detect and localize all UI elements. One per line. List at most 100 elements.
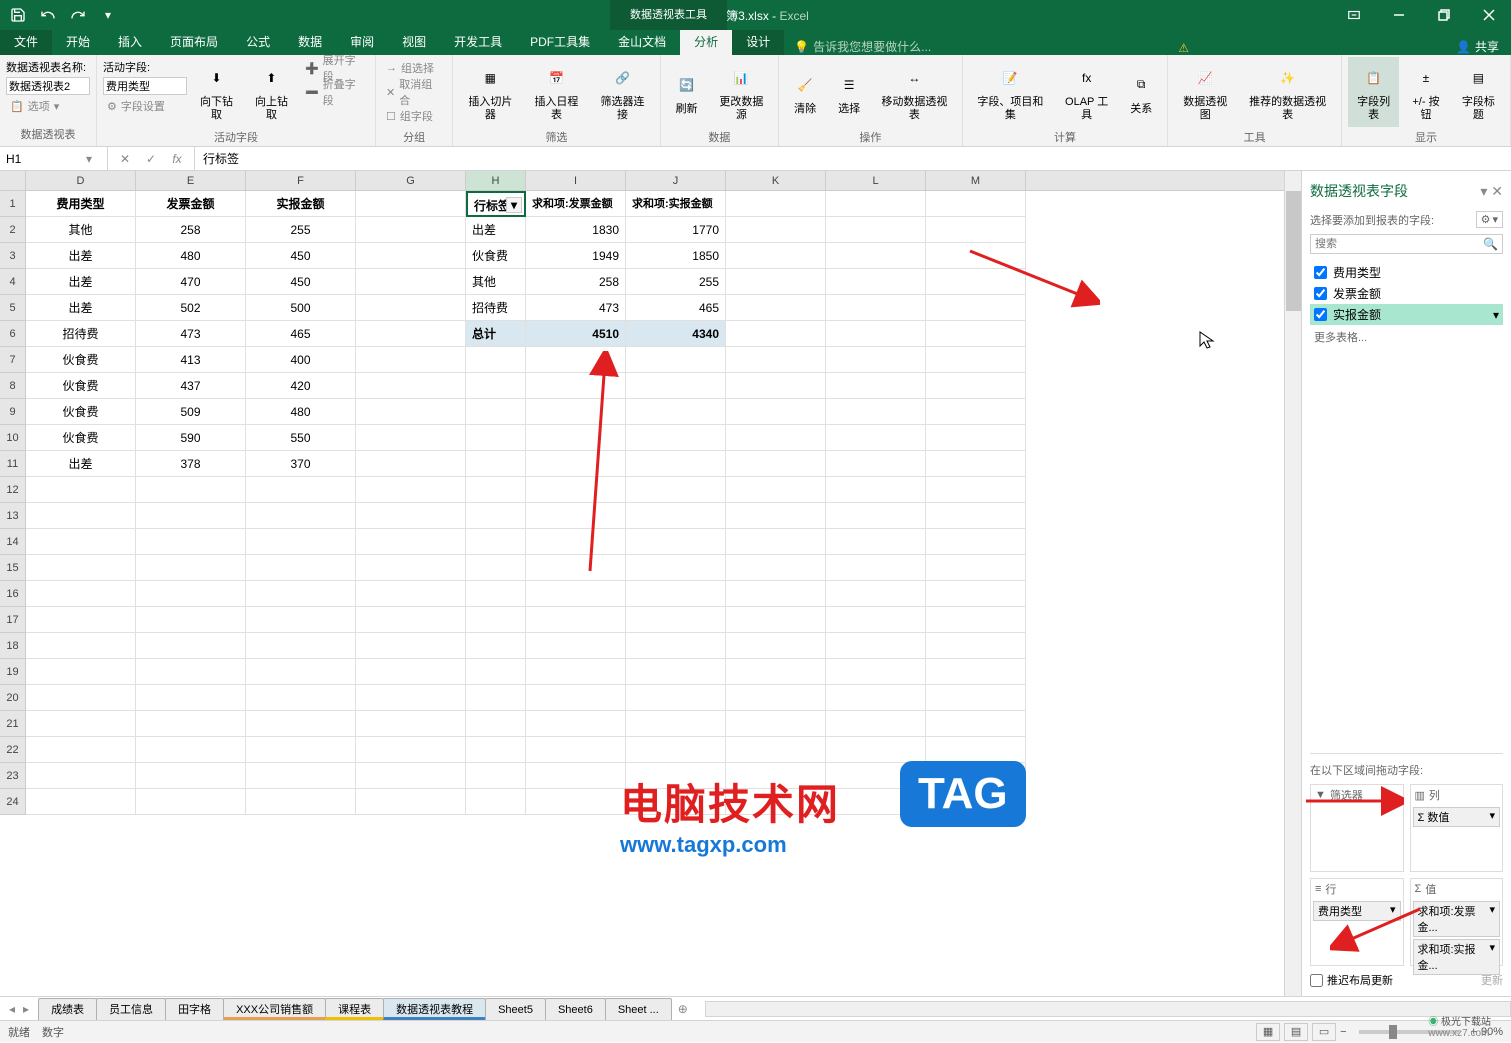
row-header[interactable]: 3 [0, 243, 26, 269]
cell[interactable] [26, 633, 136, 659]
cell[interactable] [626, 607, 726, 633]
cell[interactable] [926, 555, 1026, 581]
cell[interactable] [726, 191, 826, 217]
accept-formula-icon[interactable]: ✓ [138, 152, 164, 166]
insert-timeline-button[interactable]: 📅插入日程表 [525, 57, 587, 127]
cell[interactable]: 470 [136, 269, 246, 295]
cell[interactable]: 实报金额 [246, 191, 356, 217]
cell[interactable]: 其他 [466, 269, 526, 295]
row-header[interactable]: 9 [0, 399, 26, 425]
cell[interactable] [926, 191, 1026, 217]
cell[interactable] [826, 451, 926, 477]
row-header[interactable]: 23 [0, 763, 26, 789]
page-layout-icon[interactable]: ▤ [1284, 1023, 1308, 1041]
column-header[interactable]: I [526, 171, 626, 190]
cell[interactable] [526, 373, 626, 399]
zoom-out-icon[interactable]: − [1340, 1026, 1346, 1038]
redo-icon[interactable] [64, 2, 92, 28]
cell[interactable] [826, 555, 926, 581]
cell[interactable]: 伙食费 [26, 373, 136, 399]
cell[interactable] [356, 399, 466, 425]
cell[interactable]: 伙食费 [26, 347, 136, 373]
column-header[interactable]: F [246, 171, 356, 190]
tab-home[interactable]: 开始 [52, 30, 104, 55]
cell[interactable]: 1830 [526, 217, 626, 243]
cell[interactable] [626, 399, 726, 425]
row-header[interactable]: 17 [0, 607, 26, 633]
cell[interactable] [626, 581, 726, 607]
cell[interactable] [826, 737, 926, 763]
cell[interactable] [926, 503, 1026, 529]
cell[interactable]: 出差 [466, 217, 526, 243]
cell[interactable] [826, 633, 926, 659]
row-header[interactable]: 6 [0, 321, 26, 347]
cell[interactable] [526, 581, 626, 607]
cell[interactable] [136, 711, 246, 737]
row-header[interactable]: 2 [0, 217, 26, 243]
clear-button[interactable]: 🧹清除 [785, 57, 825, 127]
cell[interactable] [526, 399, 626, 425]
cell[interactable] [136, 607, 246, 633]
cell[interactable] [826, 581, 926, 607]
cell[interactable] [466, 555, 526, 581]
column-header[interactable]: M [926, 171, 1026, 190]
active-field-input[interactable] [103, 77, 187, 95]
tab-pdf[interactable]: PDF工具集 [516, 30, 604, 55]
page-break-icon[interactable]: ▭ [1312, 1023, 1336, 1041]
olap-button[interactable]: fxOLAP 工具 [1056, 57, 1117, 127]
close-icon[interactable] [1466, 0, 1511, 30]
cell[interactable] [726, 451, 826, 477]
cell[interactable] [136, 633, 246, 659]
sheet-tab[interactable]: 成绩表 [38, 998, 97, 1020]
row-header[interactable]: 1 [0, 191, 26, 217]
cell[interactable]: 413 [136, 347, 246, 373]
column-header[interactable]: H [466, 171, 526, 190]
save-icon[interactable] [4, 2, 32, 28]
cell[interactable]: 509 [136, 399, 246, 425]
cell[interactable] [466, 529, 526, 555]
more-tables-link[interactable]: 更多表格... [1310, 325, 1503, 349]
cell[interactable] [466, 581, 526, 607]
cell[interactable] [626, 737, 726, 763]
tab-file[interactable]: 文件 [0, 30, 52, 55]
cell[interactable] [526, 633, 626, 659]
cell[interactable]: 总计 [466, 321, 526, 347]
cell[interactable]: 590 [136, 425, 246, 451]
cell[interactable] [726, 321, 826, 347]
tab-layout[interactable]: 页面布局 [156, 30, 232, 55]
plus-minus-button[interactable]: ±+/- 按钮 [1403, 57, 1449, 127]
field-pane-options-button[interactable]: ⚙ ▾ [1476, 211, 1503, 228]
refresh-button[interactable]: 🔄刷新 [667, 57, 707, 127]
field-checkbox[interactable] [1314, 308, 1327, 321]
drill-up-button[interactable]: ⬆向上钻取 [246, 57, 297, 127]
field-search[interactable]: 🔍 [1310, 234, 1503, 254]
cell[interactable] [26, 737, 136, 763]
pt-name-input[interactable] [6, 77, 90, 95]
cell[interactable] [526, 711, 626, 737]
horizontal-scrollbar[interactable] [705, 1001, 1511, 1017]
recommended-pt-button[interactable]: ✨推荐的数据透视表 [1240, 57, 1335, 127]
cell[interactable] [926, 451, 1026, 477]
cell[interactable]: 465 [626, 295, 726, 321]
cell[interactable] [626, 451, 726, 477]
cell[interactable]: 1949 [526, 243, 626, 269]
cell[interactable]: 其他 [26, 217, 136, 243]
cell[interactable]: 1770 [626, 217, 726, 243]
pivot-chart-button[interactable]: 📈数据透视图 [1174, 57, 1236, 127]
cell[interactable]: 255 [626, 269, 726, 295]
cell[interactable] [826, 191, 926, 217]
cell[interactable] [926, 399, 1026, 425]
cell[interactable] [626, 711, 726, 737]
cell[interactable] [726, 633, 826, 659]
cell[interactable]: 473 [526, 295, 626, 321]
cell[interactable]: 出差 [26, 451, 136, 477]
cell[interactable] [926, 321, 1026, 347]
cell[interactable] [526, 789, 626, 815]
cell[interactable]: 出差 [26, 295, 136, 321]
cell[interactable] [466, 789, 526, 815]
field-settings-button[interactable]: ⚙ 字段设置 [103, 95, 187, 117]
cell[interactable] [356, 373, 466, 399]
field-checkbox[interactable] [1314, 287, 1327, 300]
row-header[interactable]: 13 [0, 503, 26, 529]
cell[interactable] [926, 529, 1026, 555]
